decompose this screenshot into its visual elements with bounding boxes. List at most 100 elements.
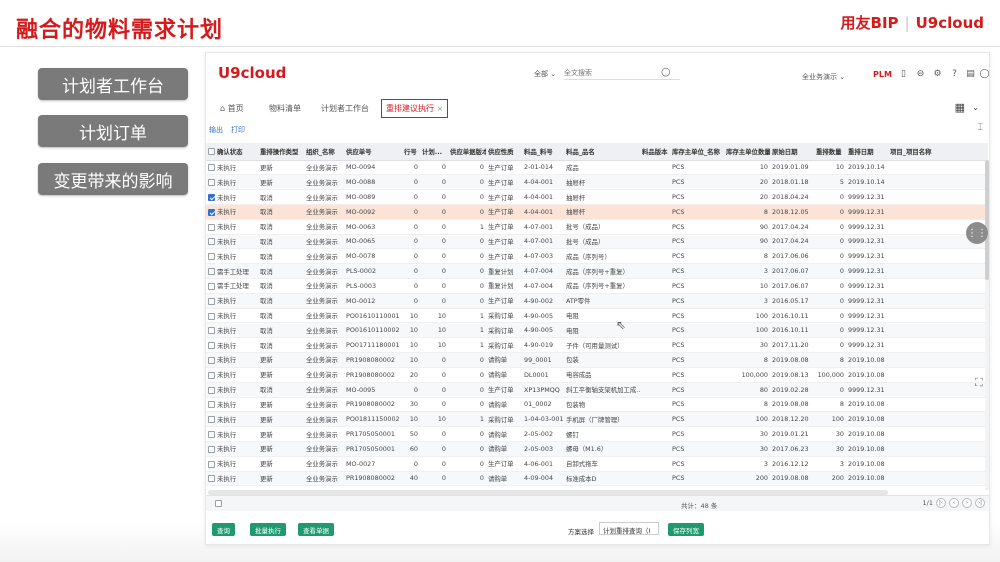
- row-checkbox[interactable]: [208, 208, 215, 216]
- table-row[interactable]: 未执行 更新 全业务演示 PO01811150002 10 10 1 采购订单 1-04-03-…: [206, 411, 988, 428]
- first-page-icon[interactable]: |‹: [936, 498, 946, 508]
- vertical-scrollbar[interactable]: [985, 160, 989, 490]
- row-checkbox[interactable]: [208, 475, 215, 483]
- table-row[interactable]: 未执行 更新 全业务演示 MO-0094 0 0 0 生产订单 2-01-014 成品 PCS 10 2…: [206, 160, 988, 176]
- row-checkbox[interactable]: [208, 460, 215, 468]
- document-icon[interactable]: ▯: [898, 68, 909, 79]
- fullscreen-icon[interactable]: ⛶: [975, 376, 983, 390]
- table-row[interactable]: 需手工处理 取消 全业务演示 PLS-0003 0 0 0 重复计划 4-07-004 成品（序列…: [206, 278, 988, 294]
- row-checkbox[interactable]: [208, 179, 215, 187]
- column-header[interactable]: 供应单号: [344, 143, 402, 161]
- table-row[interactable]: 未执行 更新 全业务演示 PR1908080002 40 0 0 请购单 4-09-004 标准成…: [206, 471, 988, 487]
- scrollbar-thumb[interactable]: [985, 160, 989, 280]
- tab-planner-workbench[interactable]: 计划者工作台: [321, 103, 369, 114]
- row-checkbox[interactable]: [208, 194, 215, 202]
- scheme-select[interactable]: 计划重排查询（I: [599, 522, 659, 535]
- row-checkbox[interactable]: [208, 356, 215, 364]
- row-checkbox[interactable]: [208, 297, 215, 305]
- table-row[interactable]: 未执行 取消 全业务演示 MO-0065 0 0 0 生产订单 4-07-001 批号（成品） PC…: [206, 234, 988, 250]
- row-checkbox[interactable]: [208, 312, 215, 320]
- table-row[interactable]: 未执行 更新 全业务演示 MO-0088 0 0 0 生产订单 4-04-001 抽屉杆 PCS 20…: [206, 174, 988, 191]
- table-row[interactable]: 未执行 取消 全业务演示 MO-0089 0 0 0 生产订单 4-04-001 抽屉杆 PCS 20…: [206, 189, 988, 205]
- app-grid-icon[interactable]: ▦: [955, 101, 965, 114]
- column-header[interactable]: 重排操作类型: [258, 143, 304, 161]
- table-row[interactable]: 未执行 取消 全业务演示 MO-0012 0 0 0 生产订单 4-90-002 ATP零件 PCS…: [206, 293, 988, 309]
- select-all-checkbox[interactable]: [208, 148, 215, 156]
- row-checkbox[interactable]: [208, 431, 215, 439]
- column-header[interactable]: 重排数量: [814, 143, 846, 161]
- tab-reschedule-execution[interactable]: 重排建议执行 ×: [381, 99, 448, 118]
- table-row[interactable]: 未执行 更新 全业务演示 PR1908080002 30 0 0 请购单 01_0002 包装物 P…: [206, 397, 988, 413]
- select-all-footer-checkbox[interactable]: [215, 500, 222, 507]
- column-header[interactable]: 库存主单位数量: [724, 143, 770, 161]
- nav-button-change-impact[interactable]: 变更带来的影响: [38, 163, 188, 195]
- column-header[interactable]: 供应单据版本: [448, 143, 486, 161]
- transfer-icon[interactable]: ⊖: [915, 68, 926, 79]
- batch-execute-button[interactable]: 批量执行: [250, 523, 286, 536]
- row-checkbox[interactable]: [208, 401, 215, 409]
- column-header[interactable]: 料品版本: [640, 143, 670, 161]
- expand-icon[interactable]: ⌶: [978, 123, 983, 133]
- query-button[interactable]: 查询: [212, 523, 235, 536]
- row-checkbox[interactable]: [208, 445, 215, 453]
- column-header[interactable]: 库存主单位_名称: [670, 143, 724, 161]
- plm-link[interactable]: PLM: [873, 70, 892, 79]
- row-checkbox[interactable]: [208, 238, 215, 246]
- chevron-down-icon[interactable]: ⌄: [972, 103, 979, 112]
- row-checkbox[interactable]: [208, 282, 215, 290]
- column-header[interactable]: 组织_名称: [304, 143, 344, 161]
- table-row[interactable]: 未执行 取消 全业务演示 MO-0063 0 0 1 生产订单 4-07-001 批号（成品） PC…: [206, 219, 988, 235]
- search-icon[interactable]: ○: [661, 65, 671, 78]
- save-column-width-button[interactable]: 保存列宽: [668, 523, 704, 536]
- search-scope-select[interactable]: 全部 ⌄: [534, 69, 556, 79]
- table-row[interactable]: 未执行 取消 全业务演示 MO-0092 0 0 0 生产订单 4-04-001 抽屉杆 PCS 8 2…: [206, 204, 988, 220]
- column-header[interactable]: 料品_品名: [564, 143, 640, 161]
- view-document-button[interactable]: 查看单据: [298, 523, 334, 536]
- table-cell: 1: [448, 308, 486, 324]
- table-row[interactable]: 未执行 更新 全业务演示 PR1705050001 50 0 0 请购单 2-05-002 螺钉 P…: [206, 426, 988, 442]
- table-row[interactable]: 未执行 取消 全业务演示 PO01711180001 10 10 1 采购订单 4-90-019…: [206, 337, 988, 354]
- table-row[interactable]: 未执行 更新 全业务演示 PR1908080002 20 0 0 请购单 DL0001 电容成品 P…: [206, 367, 988, 383]
- tab-bom[interactable]: 物料清单: [269, 103, 301, 114]
- prev-page-icon[interactable]: ‹: [949, 498, 959, 508]
- avatar-icon[interactable]: ◯: [979, 68, 989, 79]
- table-row[interactable]: 未执行 更新 全业务演示 PR1908080002 10 0 0 请购单 99_0001 包装 PC…: [206, 352, 988, 368]
- nav-button-planner-workbench[interactable]: 计划者工作台: [38, 68, 188, 100]
- column-header[interactable]: 供应性质: [486, 143, 522, 161]
- row-checkbox[interactable]: [208, 253, 215, 261]
- table-row[interactable]: 未执行 取消 全业务演示 MO-0078 0 0 0 生产订单 4-07-003 成品（序列号） P…: [206, 248, 988, 265]
- org-select[interactable]: 全业务演示 ⌄: [802, 72, 845, 82]
- table-row[interactable]: 未执行 取消 全业务演示 PO01610110001 10 10 1 采购订单 4-90-005…: [206, 308, 988, 324]
- row-checkbox[interactable]: [208, 416, 215, 424]
- next-page-icon[interactable]: ›: [962, 498, 972, 508]
- row-checkbox[interactable]: [208, 386, 215, 394]
- row-checkbox[interactable]: [208, 223, 215, 231]
- table-row[interactable]: 未执行 取消 全业务演示 MO-0095 0 0 0 生产订单 XP13PMQQ 斜工平衡轴支架机…: [206, 382, 988, 398]
- tab-home[interactable]: ⌂ 首页: [220, 103, 244, 114]
- column-header[interactable]: 重排日期: [846, 143, 888, 161]
- export-button[interactable]: 输出: [209, 126, 223, 134]
- floating-menu-icon[interactable]: ⋮⋮: [966, 222, 988, 244]
- column-header-status[interactable]: 确认状态: [206, 143, 258, 161]
- calendar-icon[interactable]: ▤: [965, 68, 976, 79]
- settings-icon[interactable]: ⚙: [932, 68, 943, 79]
- print-button[interactable]: 打印: [231, 126, 245, 134]
- row-checkbox[interactable]: [208, 268, 215, 276]
- table-row[interactable]: 未执行 取消 全业务演示 PO01610110002 10 10 1 采购订单 4-90-005…: [206, 322, 988, 339]
- table-row[interactable]: 未执行 更新 全业务演示 PR1705050001 60 0 0 请购单 2-05-003 螺母（…: [206, 441, 988, 457]
- column-header[interactable]: 项目_项目名称: [888, 143, 988, 161]
- table-row[interactable]: 需手工处理 取消 全业务演示 PLS-0002 0 0 0 重复计划 4-07-004 成品（序列…: [206, 263, 988, 279]
- help-icon[interactable]: ?: [949, 68, 960, 79]
- row-checkbox[interactable]: [208, 371, 215, 379]
- column-header[interactable]: 计划...: [420, 143, 448, 161]
- nav-button-planned-orders[interactable]: 计划订单: [38, 115, 188, 147]
- column-header[interactable]: 原始日期: [770, 143, 814, 161]
- last-page-icon[interactable]: ›|: [975, 498, 985, 508]
- row-checkbox[interactable]: [208, 342, 215, 350]
- column-header[interactable]: 料品_料号: [522, 143, 564, 161]
- row-checkbox[interactable]: [208, 327, 215, 335]
- table-row[interactable]: 未执行 更新 全业务演示 MO-0027 0 0 0 生产订单 4-06-001 自卸式拖车 PCS…: [206, 456, 988, 472]
- column-header[interactable]: 行号: [402, 143, 420, 161]
- row-checkbox[interactable]: [208, 164, 215, 172]
- close-icon[interactable]: ×: [437, 105, 443, 113]
